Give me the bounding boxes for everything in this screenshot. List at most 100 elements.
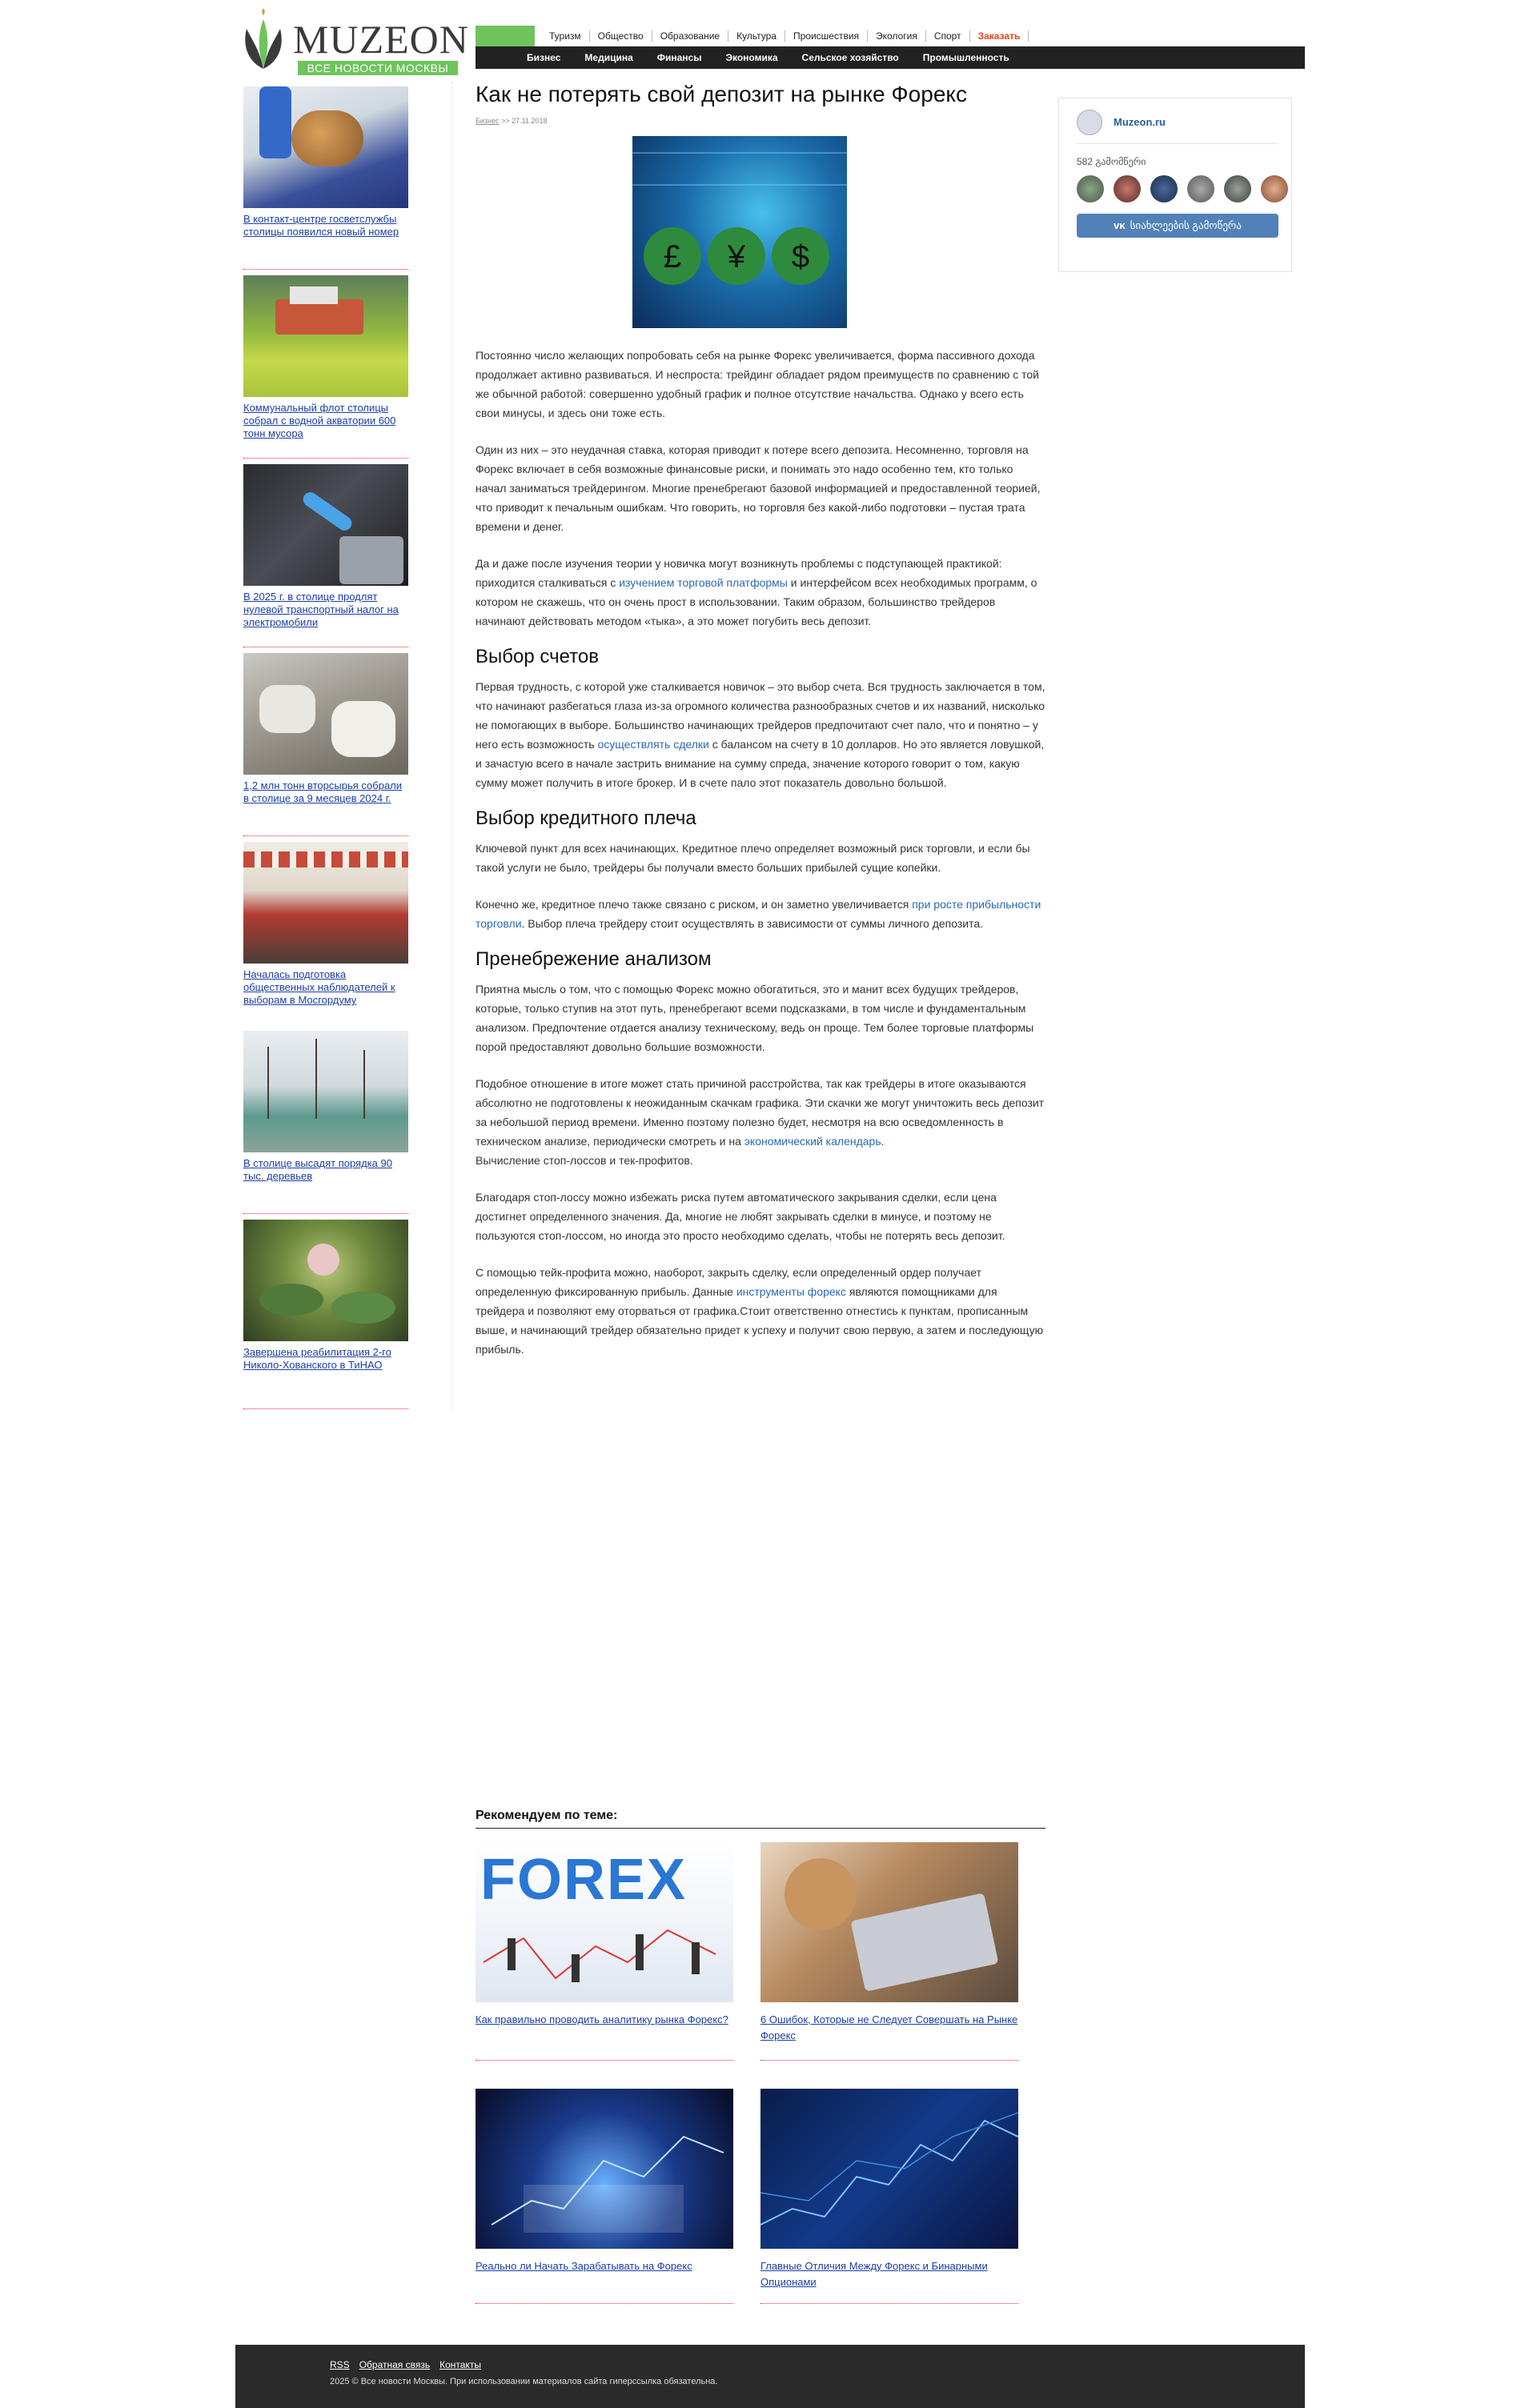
link-trading-platform[interactable]: изучением торговой платформы: [619, 576, 788, 589]
recommended-caption[interactable]: 6 Ошибок, Которые не Следует Совершать н…: [760, 2012, 1018, 2044]
svg-text:¥: ¥: [727, 239, 746, 274]
nav-item-tourism[interactable]: Туризм: [541, 30, 590, 42]
text-segment: Вычисление стоп-лоссов и тек-профитов.: [476, 1154, 693, 1167]
footer-link-feedback[interactable]: Обратная связь: [359, 2359, 430, 2370]
site-logo[interactable]: MUZEON ВСЕ НОВОСТИ МОСКВЫ: [235, 3, 468, 75]
avatar[interactable]: [1077, 175, 1104, 202]
subnav-item-business[interactable]: Бизнес: [527, 52, 560, 63]
article-paragraph: С помощью тейк-профита можно, наоборот, …: [476, 1263, 1045, 1359]
recommended-caption[interactable]: Главные Отличия Между Форекс и Бинарными…: [760, 2258, 1018, 2290]
article-category-link[interactable]: Бизнес: [476, 117, 500, 125]
community-avatar[interactable]: [1077, 110, 1102, 135]
recommended-card[interactable]: Главные Отличия Между Форекс и Бинарными…: [760, 2089, 1018, 2304]
news-card[interactable]: В столице высадят порядка 90 тыс. деревь…: [243, 1031, 408, 1214]
avatar[interactable]: [1261, 175, 1288, 202]
news-card[interactable]: Началась подготовка общественных наблюда…: [243, 842, 408, 1032]
divider: [243, 1408, 408, 1409]
news-caption[interactable]: Коммунальный флот столицы собрал с водно…: [243, 402, 408, 440]
avatar[interactable]: [1187, 175, 1214, 202]
nav-item-education[interactable]: Образование: [652, 30, 729, 42]
link-economic-calendar[interactable]: экономический календарь: [744, 1135, 881, 1148]
subscribe-label: სიახლეების გამოწერა: [1130, 219, 1242, 231]
news-thumbnail[interactable]: [243, 464, 408, 586]
text-segment: Конечно же, кредитное плечо также связан…: [476, 898, 913, 911]
news-card[interactable]: 1,2 млн тонн вторсырья собрали в столице…: [243, 653, 408, 836]
news-caption[interactable]: В столице высадят порядка 90 тыс. деревь…: [243, 1157, 408, 1183]
nav-item-sport[interactable]: Спорт: [926, 30, 970, 42]
news-caption[interactable]: Началась подготовка общественных наблюда…: [243, 968, 408, 1007]
news-card[interactable]: В 2025 г. в столице продлят нулевой тран…: [243, 464, 408, 647]
nav-item-order[interactable]: Заказать: [970, 30, 1029, 42]
subscribe-button[interactable]: ᴠᴋ სიახლეების გამოწერა: [1077, 214, 1278, 238]
recommended-caption[interactable]: Реально ли Начать Зарабатывать на Форекс: [476, 2258, 733, 2274]
divider: [243, 835, 408, 836]
svg-text:$: $: [792, 239, 809, 274]
recommended-caption[interactable]: Как правильно проводить аналитику рынка …: [476, 2012, 733, 2028]
footer-link-rss[interactable]: RSS: [330, 2359, 350, 2370]
article-paragraph: Ключевой пункт для всех начинающих. Кред…: [476, 842, 1030, 874]
avatar[interactable]: [1150, 175, 1178, 202]
site-footer: RSS Обратная связь Контакты 2025 © Все н…: [235, 2345, 1305, 2408]
article-paragraph: Один из них – это неудачная ставка, кото…: [476, 443, 1041, 533]
followers-count: 582 გამომწერი: [1077, 156, 1146, 167]
nav-item-culture[interactable]: Культура: [728, 30, 785, 42]
news-caption[interactable]: В 2025 г. в столице продлят нулевой тран…: [243, 591, 408, 629]
nav-accent-block: [476, 26, 535, 46]
divider: [476, 2303, 733, 2304]
news-thumbnail[interactable]: [243, 842, 408, 964]
news-caption[interactable]: 1,2 млн тонн вторсырья собрали в столице…: [243, 779, 408, 805]
recommended-thumbnail[interactable]: FOREX: [476, 1842, 733, 2002]
link-make-deals[interactable]: осуществлять сделки: [597, 738, 708, 751]
article-paragraph: Конечно же, кредитное плечо также связан…: [476, 895, 1045, 933]
subnav-item-medicine[interactable]: Медицина: [584, 52, 632, 63]
nav-item-incidents[interactable]: Происшествия: [785, 30, 869, 42]
article-image: £ ¥ $: [632, 136, 847, 328]
recommended-card[interactable]: FOREX Как правильно проводить аналитику …: [476, 1842, 733, 2061]
divider: [760, 2060, 1018, 2061]
news-card[interactable]: В контакт-центре госветслужбы столицы по…: [243, 86, 408, 270]
news-card[interactable]: Завершена реабилитация 2-го Николо-Хован…: [243, 1220, 408, 1409]
recommended-thumbnail[interactable]: [760, 1842, 1018, 2002]
article-paragraph: Приятна мысль о том, что с помощью Форек…: [476, 983, 1034, 1053]
subnav-item-industry[interactable]: Промышленность: [923, 52, 1009, 63]
avatar[interactable]: [1224, 175, 1251, 202]
recommended-thumbnail[interactable]: [760, 2089, 1018, 2249]
news-thumbnail[interactable]: [243, 653, 408, 775]
brand-tagline: ВСЕ НОВОСТИ МОСКВЫ: [298, 61, 458, 75]
footer-copyright: 2025 © Все новости Москвы. При использов…: [330, 2377, 718, 2386]
news-thumbnail[interactable]: [243, 1220, 408, 1341]
avatar[interactable]: [1114, 175, 1141, 202]
news-sidebar: В контакт-центре госветслужбы столицы по…: [235, 82, 452, 1410]
recommended-thumbnail[interactable]: [476, 2089, 733, 2249]
follower-avatars: [1077, 175, 1288, 202]
divider: [476, 2060, 733, 2061]
news-thumbnail[interactable]: [243, 1031, 408, 1152]
news-card[interactable]: Коммунальный флот столицы собрал с водно…: [243, 275, 408, 459]
recommended-card[interactable]: Реально ли Начать Зарабатывать на Форекс: [476, 2089, 733, 2304]
text-segment: .: [881, 1135, 885, 1148]
recommended-card[interactable]: 6 Ошибок, Которые не Следует Совершать н…: [760, 1842, 1018, 2061]
article-meta: Бизнес >> 27.11.2018: [476, 117, 1045, 125]
nav-item-society[interactable]: Общество: [590, 30, 652, 42]
vk-icon: ᴠᴋ: [1114, 219, 1126, 231]
lotus-logo-icon: [245, 8, 282, 69]
news-caption[interactable]: Завершена реабилитация 2-го Николо-Хован…: [243, 1346, 408, 1372]
divider: [243, 269, 408, 270]
footer-link-contacts[interactable]: Контакты: [439, 2359, 481, 2370]
article-title: Как не потерять свой депозит на рынке Фо…: [476, 82, 967, 106]
subnav-item-economy[interactable]: Экономика: [725, 52, 777, 63]
article: Как не потерять свой депозит на рынке Фо…: [476, 80, 1045, 1359]
news-thumbnail[interactable]: [243, 86, 408, 208]
text-segment: . Выбор плеча трейдеру стоит осуществлят…: [521, 917, 984, 930]
news-thumbnail[interactable]: [243, 275, 408, 397]
link-forex-tools[interactable]: инструменты форекс: [736, 1285, 846, 1298]
nav-item-ecology[interactable]: Экология: [868, 30, 926, 42]
article-paragraph: Первая трудность, с которой уже сталкива…: [476, 677, 1045, 792]
article-paragraph: Да и даже после изучения теории у новичк…: [476, 554, 1045, 631]
subnav-item-agriculture[interactable]: Сельское хозяйство: [802, 52, 899, 63]
top-nav: Туризм Общество Образование Культура Про…: [476, 26, 1029, 46]
sub-nav: Бизнес Медицина Финансы Экономика Сельск…: [476, 46, 1305, 69]
news-caption[interactable]: В контакт-центре госветслужбы столицы по…: [243, 213, 408, 238]
subnav-item-finance[interactable]: Финансы: [657, 52, 702, 63]
community-name[interactable]: Muzeon.ru: [1114, 116, 1166, 128]
